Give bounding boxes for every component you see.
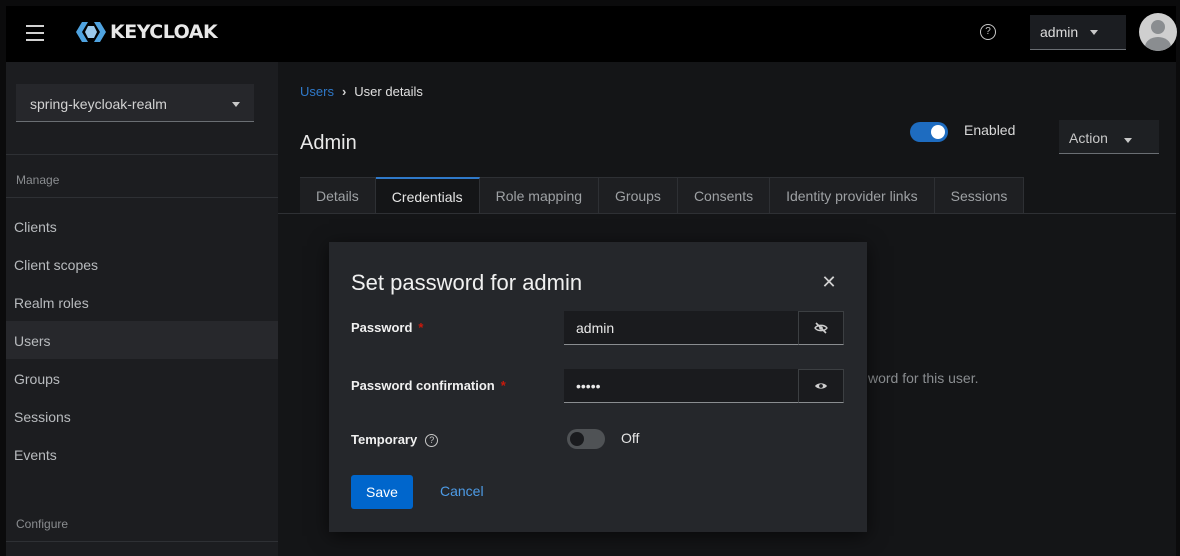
user-dropdown-label: admin: [1040, 24, 1079, 40]
password-confirmation-label-text: Password confirmation: [351, 378, 495, 393]
action-dropdown-label: Action: [1069, 130, 1108, 146]
page-title: Admin: [300, 132, 357, 154]
sidebar-item-clients[interactable]: Clients: [6, 207, 278, 245]
eye-icon: [815, 383, 827, 389]
required-marker: *: [500, 378, 506, 393]
help-icon[interactable]: ?: [425, 434, 439, 447]
breadcrumb-separator-icon: ›: [341, 84, 347, 99]
sidebar-item-client-scopes[interactable]: Client scopes: [6, 245, 278, 283]
sidebar-item-events[interactable]: Events: [6, 435, 278, 473]
password-confirmation-label: Password confirmation *: [351, 378, 506, 393]
logo-text: KEYCLOAK: [110, 21, 218, 43]
caret-down-icon: [1090, 29, 1099, 35]
show-password-button[interactable]: [798, 369, 844, 403]
realm-selector[interactable]: spring-keycloak-realm: [16, 84, 254, 122]
breadcrumb-current: User details: [354, 84, 423, 99]
sidebar-item-realm-roles[interactable]: Realm roles: [6, 283, 278, 321]
tab-consents[interactable]: Consents: [677, 177, 771, 213]
tab-sessions[interactable]: Sessions: [934, 177, 1025, 213]
hide-password-button[interactable]: [798, 311, 844, 345]
cancel-button[interactable]: Cancel: [440, 483, 484, 499]
temporary-label: Temporary?: [351, 432, 439, 447]
sidebar: spring-keycloak-realm Manage Clients Cli…: [6, 62, 278, 556]
enabled-label: Enabled: [964, 122, 1016, 138]
close-icon[interactable]: ✕: [821, 273, 837, 291]
tab-groups[interactable]: Groups: [599, 177, 678, 213]
realm-name: spring-keycloak-realm: [30, 96, 167, 112]
password-label-text: Password: [351, 320, 413, 335]
tab-details[interactable]: Details: [300, 177, 376, 213]
sidebar-item-groups[interactable]: Groups: [6, 359, 278, 397]
divider: [6, 154, 278, 155]
nav-section-manage: Manage: [16, 173, 60, 187]
set-password-modal: Set password for admin ✕ Password * admin…: [329, 242, 867, 532]
modal-title: Set password for admin: [351, 270, 583, 295]
masthead: KEYCLOAK ? admin: [6, 6, 1177, 62]
save-button[interactable]: Save: [351, 475, 413, 509]
avatar[interactable]: [1139, 13, 1177, 51]
divider: [6, 541, 278, 542]
tab-credentials[interactable]: Credentials: [375, 177, 480, 213]
keycloak-logo-icon: [76, 22, 106, 42]
help-icon[interactable]: ?: [980, 24, 996, 40]
tab-identity-provider-links[interactable]: Identity provider links: [770, 177, 935, 213]
keycloak-logo[interactable]: KEYCLOAK: [76, 21, 218, 43]
divider: [6, 197, 278, 198]
eye-slash-icon: [814, 322, 828, 334]
temporary-toggle[interactable]: [567, 429, 605, 449]
breadcrumb-link-users[interactable]: Users: [300, 84, 334, 99]
password-input[interactable]: admin: [564, 311, 798, 345]
breadcrumb: Users › User details: [300, 84, 423, 99]
caret-down-icon: [232, 102, 240, 107]
required-marker: *: [418, 320, 424, 335]
temporary-label-text: Temporary: [351, 432, 418, 447]
empty-state-text: word for this user.: [868, 370, 979, 386]
tab-role-mapping[interactable]: Role mapping: [479, 177, 600, 213]
hamburger-menu-icon[interactable]: [26, 25, 44, 41]
tabs-divider: [278, 213, 1176, 214]
tabs: Details Credentials Role mapping Groups …: [300, 177, 1025, 213]
enabled-toggle[interactable]: [910, 122, 948, 142]
password-label: Password *: [351, 320, 423, 335]
password-confirmation-input[interactable]: •••••: [564, 369, 798, 403]
caret-down-icon: [1123, 138, 1132, 143]
temporary-state-label: Off: [621, 430, 640, 446]
sidebar-item-users[interactable]: Users: [6, 321, 278, 359]
sidebar-item-sessions[interactable]: Sessions: [6, 397, 278, 435]
action-dropdown[interactable]: Action: [1059, 120, 1159, 154]
user-dropdown[interactable]: admin: [1030, 15, 1126, 50]
nav-section-configure: Configure: [16, 517, 69, 531]
